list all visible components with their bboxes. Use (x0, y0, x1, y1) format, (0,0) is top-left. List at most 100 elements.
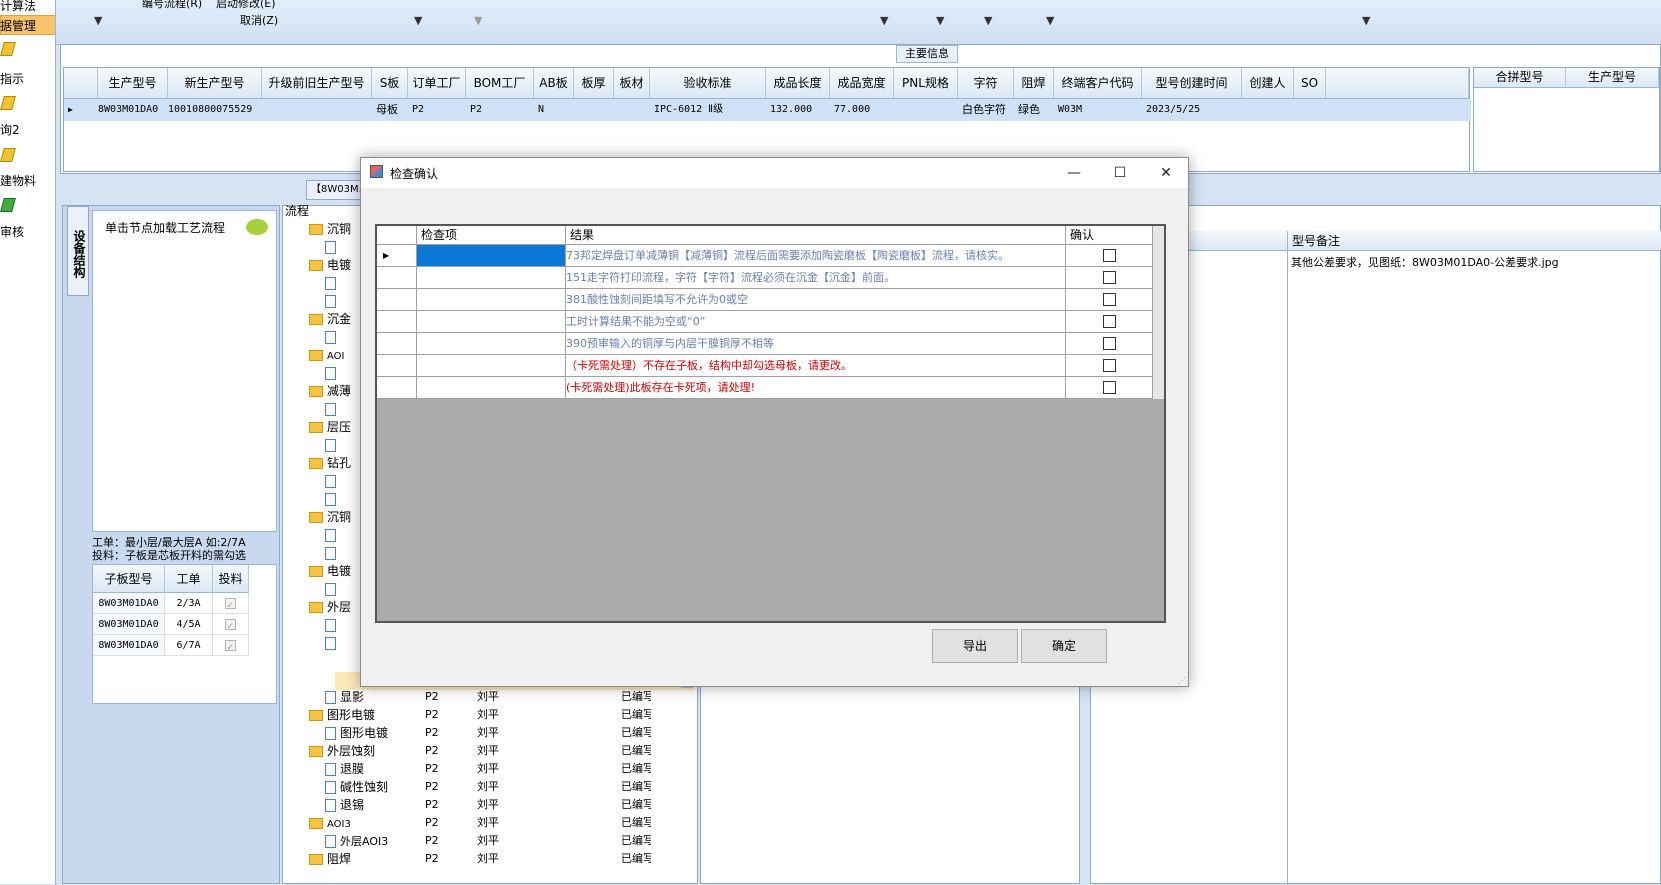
tree-leaf[interactable]: 显影 (325, 688, 364, 706)
tree-leaf[interactable] (325, 544, 340, 562)
confirm-checkbox[interactable] (1103, 359, 1116, 372)
tree-leaf[interactable] (325, 364, 340, 382)
confirm-cell[interactable] (1066, 333, 1153, 355)
tree-leaf[interactable] (325, 490, 340, 508)
feed-checkbox[interactable] (213, 614, 249, 637)
tree-leaf[interactable] (325, 616, 340, 634)
result-cell[interactable]: 73邦定焊盘订单减薄铜【减薄铜】流程后面需要添加陶瓷磨板【陶瓷磨板】流程，请核实… (566, 245, 1066, 267)
nav-item-5[interactable]: 审核 (0, 223, 24, 240)
tree-leaf[interactable]: 外层AOI3 (325, 832, 388, 850)
cell-char[interactable]: 白色字符 (962, 99, 1006, 121)
table-row[interactable]: 390预审输入的铜厚与内层干膜铜厚不相等 (377, 333, 1153, 355)
cell-length[interactable]: 132.000 (770, 99, 812, 121)
check-item-cell[interactable] (417, 267, 566, 289)
tree-leaf[interactable]: 退膜 (325, 760, 364, 778)
tab-model[interactable]: 【8W03M... (306, 180, 366, 200)
cell-new-model[interactable]: 10010800075529 (168, 99, 252, 121)
feed-checkbox[interactable] (213, 593, 249, 616)
cell-ab-board[interactable]: N (538, 99, 544, 121)
col-header[interactable]: 板厚 (574, 68, 614, 99)
cell-s-board[interactable]: 母板 (376, 99, 398, 121)
col-header[interactable]: SO (1294, 68, 1326, 99)
flow-load-box[interactable]: 单击节点加载工艺流程 (92, 210, 277, 532)
tab-device-structure[interactable]: 设备结构 (67, 206, 89, 296)
col-header[interactable]: 合拼型号 (1474, 68, 1566, 88)
col-header[interactable]: 工单 (165, 565, 213, 593)
col-header[interactable]: BOM工厂 (466, 68, 534, 99)
col-header[interactable]: 板材 (614, 68, 650, 99)
cell-bom-factory[interactable]: P2 (470, 99, 482, 121)
tree-leaf[interactable] (325, 436, 340, 454)
col-header[interactable]: AB板 (534, 68, 574, 99)
ok-button[interactable]: 确定 (1021, 629, 1107, 663)
col-header[interactable]: 订单工厂 (408, 68, 466, 99)
tree-node[interactable]: 阻焊 (309, 850, 351, 868)
tree-leaf[interactable]: 图形电镀 (325, 724, 388, 742)
table-row[interactable]: 151走字符打印流程，字符【字符】流程必须在沉金【沉金】前面。 (377, 267, 1153, 289)
check-item-cell-selected[interactable] (417, 245, 566, 267)
cell-customer-code[interactable]: W03M (1058, 99, 1082, 121)
nav-item-3[interactable]: 询2 (0, 121, 20, 138)
confirm-cell[interactable] (1066, 289, 1153, 311)
col-header-confirm[interactable]: 确认 (1066, 226, 1153, 245)
col-header[interactable]: 验收标准 (650, 68, 766, 99)
tree-leaf[interactable] (325, 274, 340, 292)
tree-leaf[interactable] (325, 238, 340, 256)
col-header[interactable]: 字符 (958, 68, 1014, 99)
tree-node[interactable]: AOI (309, 346, 345, 364)
dropdown-arrow-icon[interactable]: ▼ (414, 14, 422, 27)
tree-node[interactable]: 图形电镀 (309, 706, 375, 724)
dropdown-arrow-icon[interactable]: ▼ (984, 14, 992, 27)
table-row[interactable]: 381酸性蚀刻间距填写不允许为0或空 (377, 289, 1153, 311)
check-item-cell[interactable] (417, 333, 566, 355)
col-header[interactable]: 创建人 (1242, 68, 1294, 99)
col-header[interactable]: 成品长度 (766, 68, 830, 99)
dropdown-arrow-icon[interactable]: ▼ (1362, 14, 1370, 27)
tree-leaf[interactable]: 碱性蚀刻 (325, 778, 388, 796)
nav-item-1[interactable]: 据管理 (0, 17, 36, 34)
result-cell[interactable]: 151走字符打印流程，字符【字符】流程必须在沉金【沉金】前面。 (566, 267, 1066, 289)
cell-model[interactable]: 8W03M01DA0 (98, 99, 158, 121)
table-row[interactable]: （卡死需处理）不存在子板，结构中却勾选母板，请更改。 (377, 355, 1153, 377)
nav-item-0[interactable]: 计算法 (0, 0, 36, 14)
confirm-cell[interactable] (1066, 355, 1153, 377)
col-header[interactable]: S板 (372, 68, 408, 99)
export-button[interactable]: 导出 (932, 629, 1018, 663)
feed-checkbox[interactable] (213, 635, 249, 658)
tree-leaf[interactable] (325, 634, 340, 652)
col-header[interactable]: 终端客户代码 (1054, 68, 1142, 99)
confirm-checkbox[interactable] (1103, 315, 1116, 328)
table-row[interactable]: ▶ 73邦定焊盘订单减薄铜【减薄铜】流程后面需要添加陶瓷磨板【陶瓷磨板】流程，请… (377, 245, 1153, 267)
tree-node[interactable]: 钻孔 (309, 454, 351, 472)
tree-leaf[interactable] (325, 292, 340, 310)
dialog-title-bar[interactable]: 检查确认 — ☐ ✕ (361, 158, 1188, 188)
tree-node[interactable]: AOI3 (309, 814, 351, 832)
dropdown-arrow-icon[interactable]: ▼ (936, 14, 944, 27)
sub-order-cell[interactable]: 2/3A (165, 593, 213, 614)
tree-node[interactable]: 外层 (309, 598, 351, 616)
tree-node[interactable]: 层压 (309, 418, 351, 436)
col-header-result[interactable]: 结果 (566, 226, 1066, 245)
confirm-checkbox[interactable] (1103, 337, 1116, 350)
cell-width[interactable]: 77.000 (834, 99, 870, 121)
remark-text[interactable]: 其他公差要求，见图纸：8W03M01DA0-公差要求.jpg (1291, 254, 1559, 270)
confirm-checkbox[interactable] (1103, 271, 1116, 284)
table-row[interactable] (64, 99, 1471, 121)
toolbar-number-flow[interactable]: 编号流程(R) (142, 0, 202, 11)
tree-node[interactable]: 外层蚀刻 (309, 742, 375, 760)
col-header[interactable]: 新生产型号 (168, 68, 262, 99)
cell-standard[interactable]: IPC-6012 Ⅱ级 (654, 99, 723, 121)
tree-leaf[interactable] (325, 400, 340, 418)
sub-model-cell[interactable]: 8W03M01DA0 (93, 635, 165, 656)
sub-model-cell[interactable]: 8W03M01DA0 (93, 593, 165, 614)
sub-order-cell[interactable]: 4/5A (165, 614, 213, 635)
tree-leaf[interactable] (325, 328, 340, 346)
col-header[interactable]: 子板型号 (93, 565, 165, 593)
tree-node[interactable]: 沉金 (309, 310, 351, 328)
result-cell[interactable]: 381酸性蚀刻间距填写不允许为0或空 (566, 289, 1066, 311)
nav-item-2[interactable]: 指示 (0, 70, 24, 87)
minimize-icon[interactable]: — (1051, 158, 1097, 188)
tree-node[interactable]: 沉铜 (309, 508, 351, 526)
confirm-cell[interactable] (1066, 311, 1153, 333)
tree-leaf[interactable] (325, 526, 340, 544)
